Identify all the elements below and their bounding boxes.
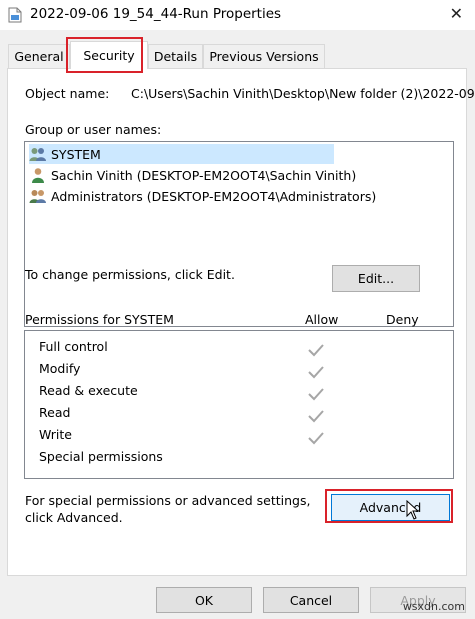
deny-header: Deny <box>386 312 419 327</box>
permission-read-execute: Read & execute <box>39 383 138 398</box>
object-name-value: C:\Users\Sachin Vinith\Desktop\New folde… <box>131 86 475 101</box>
object-name-label: Object name: <box>25 86 110 101</box>
users-group-icon <box>29 148 46 161</box>
cancel-button[interactable]: Cancel <box>263 587 359 613</box>
advanced-button[interactable]: Advanced <box>331 494 450 521</box>
permissions-for-label: Permissions for SYSTEM <box>25 312 174 327</box>
edit-button[interactable]: Edit... <box>332 265 420 292</box>
users-listbox[interactable]: SYSTEM Sachin Vinith (DESKTOP-EM2OOT4\Sa… <box>24 141 454 327</box>
check-icon <box>308 366 324 379</box>
file-icon <box>8 7 22 23</box>
special-permissions-text-2: click Advanced. <box>25 510 123 525</box>
permission-write: Write <box>39 427 73 442</box>
permission-read: Read <box>39 405 71 420</box>
title-bar: 2022-09-06 19_54_44-Run Properties ✕ <box>0 0 475 30</box>
permission-modify: Modify <box>39 361 81 376</box>
tab-previous-versions[interactable]: Previous Versions <box>203 44 325 68</box>
ok-button[interactable]: OK <box>156 587 252 613</box>
change-permissions-text: To change permissions, click Edit. <box>25 267 235 282</box>
special-permissions-text-1: For special permissions or advanced sett… <box>25 493 311 508</box>
user-item-administrators[interactable]: Administrators (DESKTOP-EM2OOT4\Administ… <box>29 186 376 206</box>
permission-full-control: Full control <box>39 339 108 354</box>
mouse-cursor-icon <box>406 500 420 520</box>
user-icon <box>32 168 44 183</box>
check-icon <box>308 432 324 445</box>
tab-details[interactable]: Details <box>148 44 203 68</box>
user-item-sachin[interactable]: Sachin Vinith (DESKTOP-EM2OOT4\Sachin Vi… <box>29 165 356 185</box>
permissions-listbox[interactable]: Full control Modify Read & execute Read … <box>24 330 454 479</box>
security-panel: Object name: C:\Users\Sachin Vinith\Desk… <box>7 68 475 576</box>
group-label: Group or user names: <box>25 122 162 137</box>
allow-header: Allow <box>305 312 339 327</box>
check-icon <box>308 388 324 401</box>
window-title: 2022-09-06 19_54_44-Run Properties <box>30 6 282 22</box>
tab-general[interactable]: General <box>8 44 70 68</box>
check-icon <box>308 344 324 357</box>
watermark: wsxdn.com <box>402 600 465 613</box>
users-group-icon <box>29 190 46 203</box>
check-icon <box>308 410 324 423</box>
tab-security[interactable]: Security <box>70 41 148 69</box>
user-item-system[interactable]: SYSTEM <box>29 144 334 164</box>
permission-special: Special permissions <box>39 449 163 464</box>
close-icon[interactable]: ✕ <box>450 4 463 23</box>
